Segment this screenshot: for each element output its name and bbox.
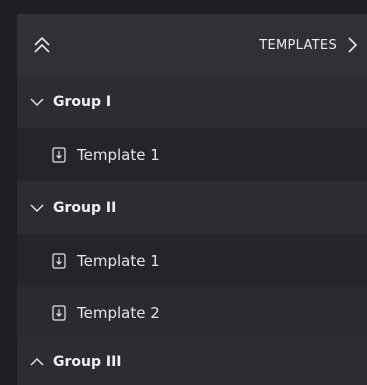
- template-label: Template 1: [77, 145, 160, 164]
- header-title-button[interactable]: TEMPLATES: [259, 32, 359, 58]
- template-label: Template 2: [77, 304, 160, 322]
- double-chevron-up-icon: [32, 35, 52, 55]
- document-download-icon: [51, 146, 67, 164]
- group-row-group-i[interactable]: Group I: [17, 76, 367, 128]
- document-download-icon: [51, 304, 67, 322]
- group-label: Group III: [53, 354, 122, 370]
- template-row[interactable]: Template 2: [17, 287, 367, 339]
- templates-panel: TEMPLATES Group I Template 1 Group II Te…: [17, 14, 367, 385]
- chevron-down-icon: [29, 94, 45, 110]
- chevron-up-icon: [29, 354, 45, 370]
- group-label: Group II: [53, 199, 117, 216]
- template-row[interactable]: Template 1: [17, 234, 367, 287]
- template-row[interactable]: Template 1: [17, 128, 367, 181]
- panel-header: TEMPLATES: [17, 14, 367, 76]
- chevron-down-icon: [29, 200, 45, 216]
- group-row-group-iii[interactable]: Group III: [17, 339, 367, 385]
- collapse-all-button[interactable]: [29, 32, 55, 58]
- document-download-icon: [51, 252, 67, 270]
- group-row-group-ii[interactable]: Group II: [17, 181, 367, 234]
- panel-title: TEMPLATES: [259, 37, 337, 53]
- chevron-right-icon: [345, 35, 359, 55]
- template-label: Template 1: [77, 251, 160, 270]
- group-label: Group I: [53, 94, 112, 110]
